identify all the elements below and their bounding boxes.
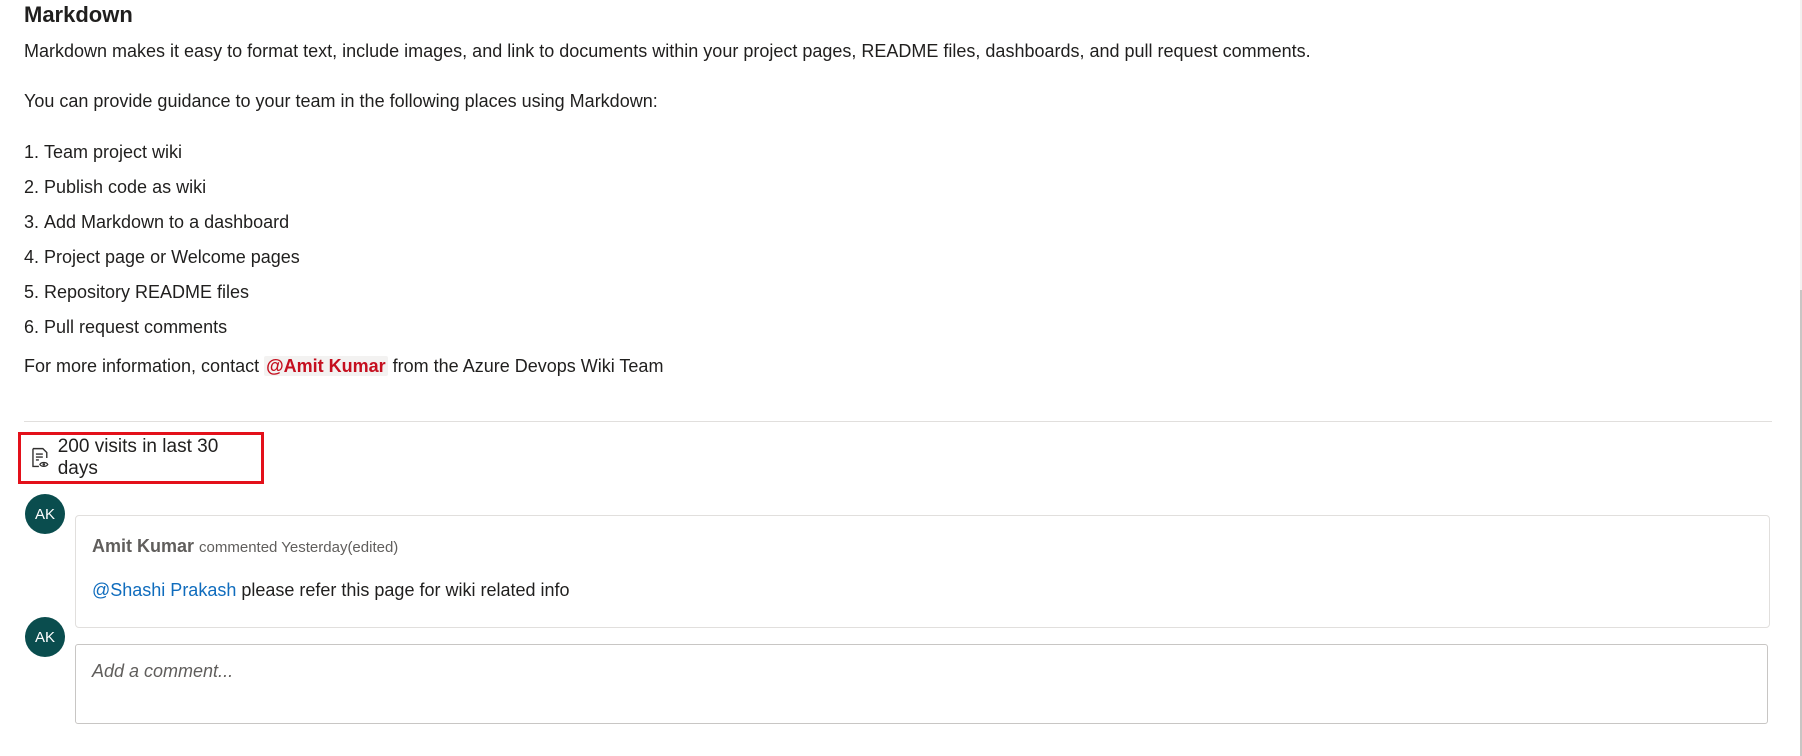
comment-body: @Shashi Prakash please refer this page f…	[92, 580, 570, 601]
contact-paragraph: For more information, contact @Amit Kuma…	[24, 354, 1774, 378]
comment-timestamp: commented Yesterday(edited)	[199, 539, 399, 556]
list-item: Add Markdown to a dashboard	[44, 210, 1774, 234]
contact-suffix: from the Azure Devops Wiki Team	[387, 356, 664, 376]
intro-paragraph: Markdown makes it easy to format text, i…	[24, 41, 1311, 61]
visits-count-label: 200 visits in last 30 days	[57, 436, 219, 479]
contact-prefix: For more information, contact	[24, 356, 265, 376]
list-item: Repository README files	[44, 280, 1774, 304]
user-mention-link[interactable]: @Shashi Prakash	[92, 580, 236, 600]
section-heading: Markdown	[24, 2, 133, 27]
avatar[interactable]: AK	[25, 617, 65, 657]
wiki-page-content: Markdown Markdown makes it easy to forma…	[24, 0, 1774, 378]
divider	[24, 421, 1772, 422]
avatar[interactable]: AK	[25, 494, 65, 534]
comment-author[interactable]: Amit Kumar	[92, 536, 194, 556]
list-item: Publish code as wiki	[44, 175, 1774, 199]
list-item: Pull request comments	[44, 315, 1774, 339]
guidance-paragraph: You can provide guidance to your team in…	[24, 91, 658, 111]
add-comment-input[interactable]	[75, 644, 1768, 724]
page-visits-stat[interactable]: 200 visits in last 30 days	[18, 432, 264, 484]
contact-mention[interactable]: @Amit Kumar	[264, 356, 388, 376]
comment-header: Amit Kumar commented Yesterday(edited)	[92, 536, 398, 557]
list-item: Team project wiki	[44, 140, 1774, 164]
list-item: Project page or Welcome pages	[44, 245, 1774, 269]
page-visits-icon	[32, 447, 49, 468]
comment-card: Amit Kumar commented Yesterday(edited) @S…	[75, 515, 1770, 628]
places-list: Team project wiki Publish code as wiki A…	[24, 140, 1774, 339]
comment-text: please refer this page for wiki related …	[236, 580, 570, 600]
